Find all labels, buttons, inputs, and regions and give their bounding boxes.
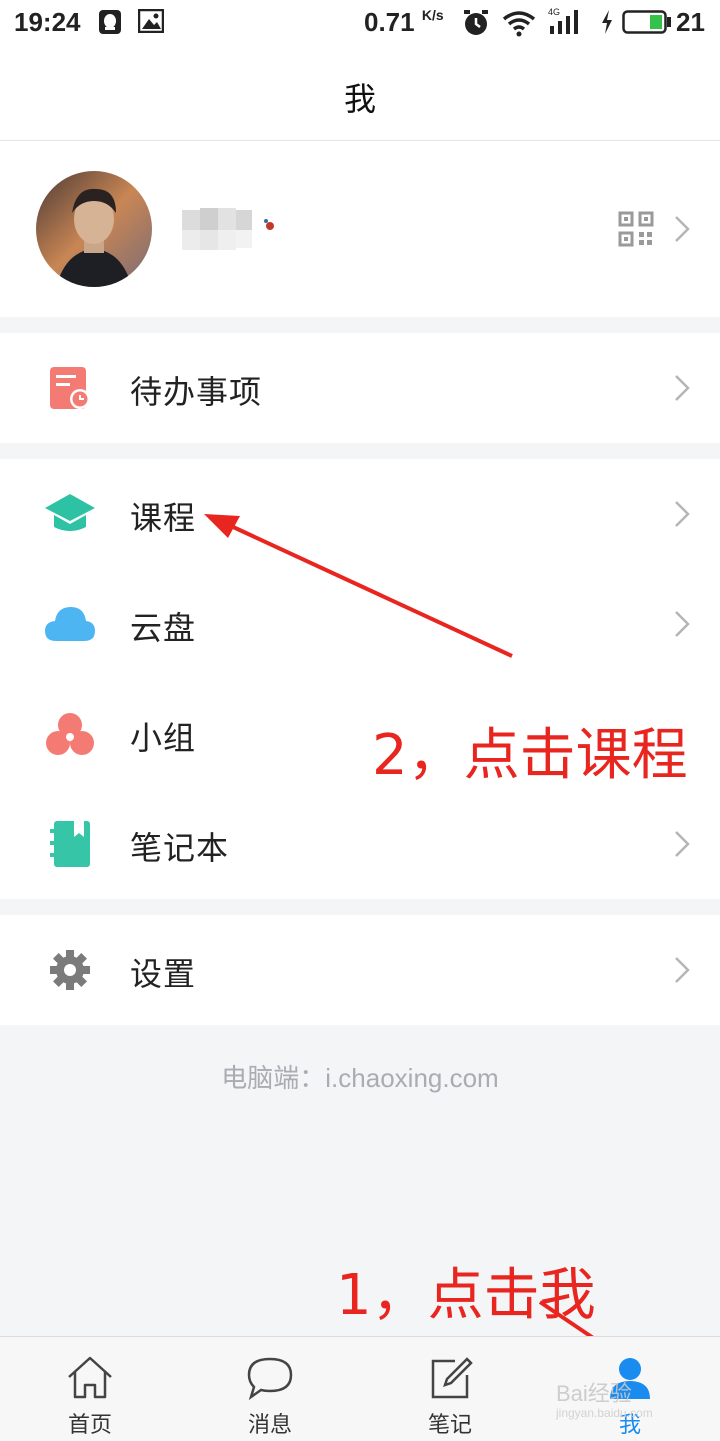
menu-item-course[interactable]: 课程	[0, 459, 720, 569]
menu-item-settings[interactable]: 设置	[0, 915, 720, 1025]
page-header: 我	[0, 46, 720, 141]
qr-code-icon[interactable]	[618, 211, 654, 251]
edit-note-icon	[425, 1353, 475, 1403]
tab-notes-label: 笔记	[427, 1413, 472, 1438]
menu-item-notebook[interactable]: 笔记本	[0, 789, 720, 899]
tab-messages[interactable]: 消息	[180, 1337, 360, 1441]
todo-section: 待办事项	[0, 333, 720, 443]
chevron-right-icon	[674, 956, 690, 984]
todo-icon	[44, 365, 96, 411]
network-speed: 0.71 K/s	[364, 7, 444, 38]
annotation-step1: 1，点击我	[336, 1263, 596, 1328]
chevron-right-icon	[674, 215, 690, 243]
graduation-cap-icon	[44, 491, 96, 537]
menu-label-course: 课程	[130, 499, 197, 537]
tab-notes[interactable]: 笔记	[360, 1337, 540, 1441]
annotation-step2: 2，点击课程	[372, 723, 688, 788]
gear-icon	[44, 947, 96, 993]
avatar[interactable]	[36, 171, 152, 287]
settings-section: 设置	[0, 915, 720, 1025]
group-icon	[44, 711, 96, 757]
alarm-icon	[462, 9, 490, 44]
baidu-jingyan-watermark: Bai经验 jingyan.baidu.com	[556, 1376, 653, 1420]
menu-item-todo[interactable]: 待办事项	[0, 333, 720, 443]
image-notification-icon	[137, 8, 165, 40]
username-blurred	[182, 208, 274, 252]
chevron-right-icon	[674, 500, 690, 528]
menu-label-settings: 设置	[130, 955, 197, 993]
chevron-right-icon	[674, 374, 690, 402]
menu-label-group: 小组	[130, 719, 197, 757]
pc-site-link[interactable]: 电脑端：i.chaoxing.com	[0, 1058, 720, 1095]
battery-percent: 21	[676, 7, 705, 37]
speed-unit: K/s	[421, 7, 444, 23]
menu-label-notebook: 笔记本	[130, 829, 230, 867]
watermark-brand: Bai经验	[556, 1381, 632, 1406]
status-bar: 19:24 0.71 K/s 4G 21	[0, 0, 720, 46]
tab-home-label: 首页	[67, 1413, 112, 1438]
chevron-right-icon	[674, 610, 690, 638]
chevron-right-icon	[674, 830, 690, 858]
menu-label-cloud: 云盘	[130, 609, 197, 647]
charging-icon	[600, 9, 614, 42]
apps-section: 课程 云盘 小组 笔记本	[0, 459, 720, 899]
network-type: 4G	[548, 7, 560, 17]
cellular-signal-icon: 4G	[546, 6, 586, 43]
tab-messages-label: 消息	[247, 1413, 292, 1438]
menu-label-todo: 待办事项	[130, 373, 263, 411]
qq-notification-icon	[98, 9, 122, 42]
notebook-icon	[44, 821, 96, 867]
page-title: 我	[343, 80, 376, 118]
chat-bubble-icon	[245, 1353, 295, 1403]
battery-icon	[622, 10, 672, 41]
menu-item-cloud[interactable]: 云盘	[0, 569, 720, 679]
speed-value: 0.71	[364, 7, 415, 37]
wifi-icon	[502, 9, 536, 44]
cloud-icon	[44, 601, 96, 647]
tab-home[interactable]: 首页	[0, 1337, 180, 1441]
home-icon	[65, 1353, 115, 1403]
profile-card[interactable]	[0, 141, 720, 317]
watermark-url: jingyan.baidu.com	[556, 1406, 653, 1420]
status-time: 19:24	[14, 7, 81, 37]
